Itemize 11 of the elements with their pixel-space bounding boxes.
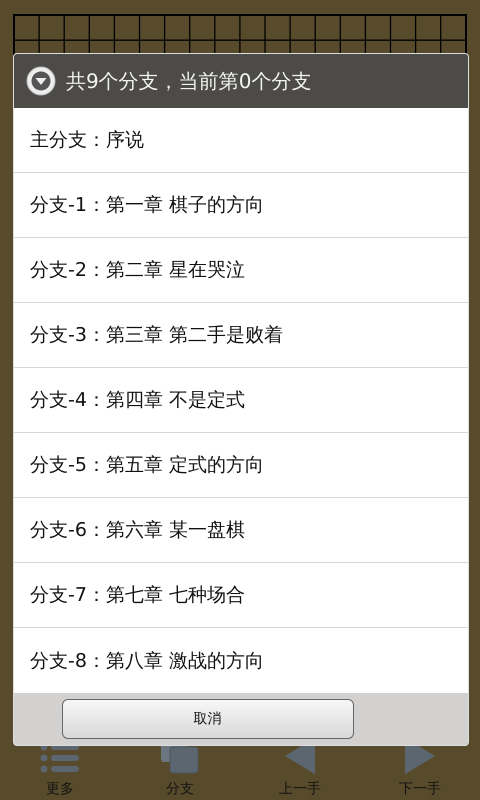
branch-item[interactable]: 分支-2：第二章 星在哭泣: [14, 238, 468, 303]
branch-item[interactable]: 分支-4：第四章 不是定式: [14, 368, 468, 433]
branch-item[interactable]: 分支-7：第七章 七种场合: [14, 563, 468, 628]
branch-item[interactable]: 分支-3：第三章 第二手是败着: [14, 303, 468, 368]
branch-item[interactable]: 分支-5：第五章 定式的方向: [14, 433, 468, 498]
branch-item[interactable]: 分支-1：第一章 棋子的方向: [14, 173, 468, 238]
dialog-title: 共9个分支，当前第0个分支: [66, 68, 312, 94]
branch-item[interactable]: 分支-6：第六章 某一盘棋: [14, 498, 468, 563]
cancel-button[interactable]: 取消: [62, 699, 354, 739]
branch-item[interactable]: 分支-8：第八章 激战的方向: [14, 628, 468, 693]
branch-item[interactable]: 主分支：序说: [14, 108, 468, 173]
